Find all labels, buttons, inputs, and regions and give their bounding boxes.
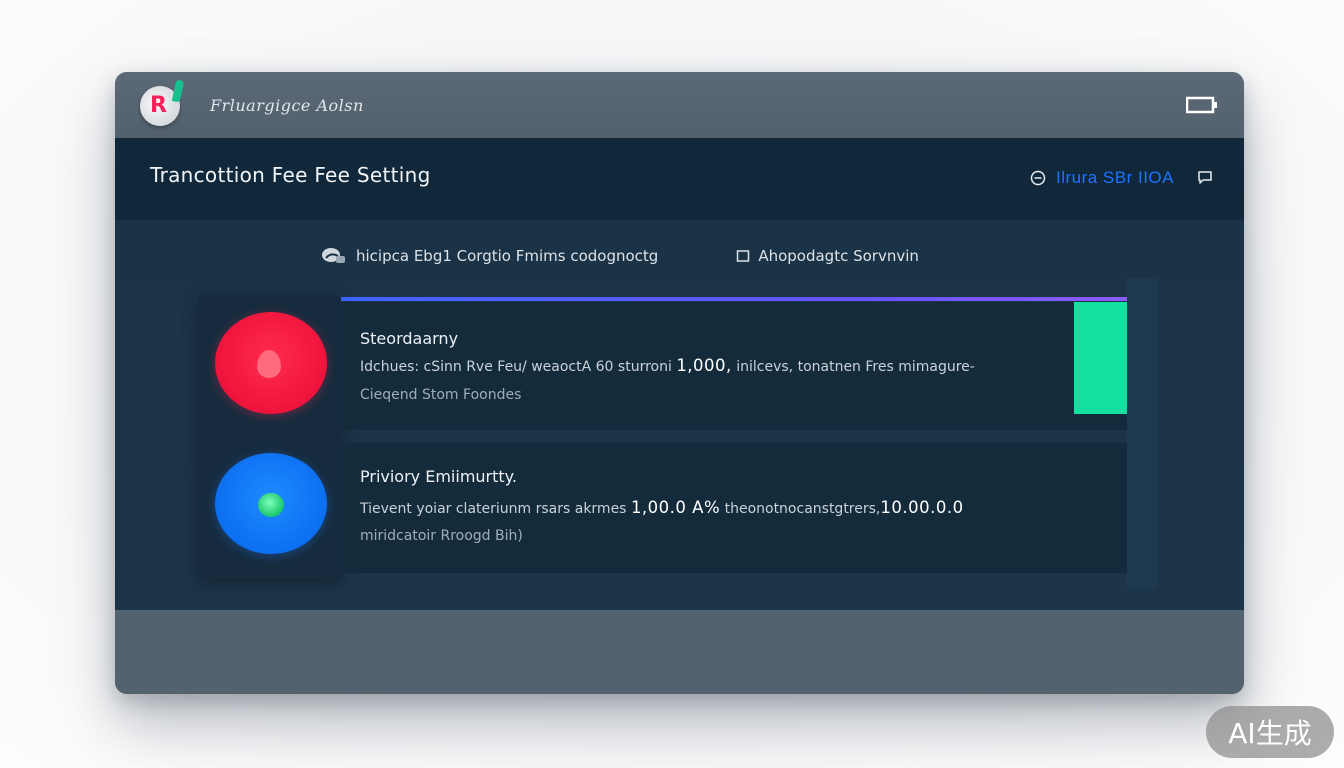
filter-right-label: Ahopodagtc Sorvnvin (758, 247, 919, 265)
accent-line (341, 297, 1127, 301)
tier-title: Priviory Emiimurtty. (360, 467, 517, 486)
chat-icon[interactable] (1196, 168, 1214, 186)
tier-list: Steordaarny Idchues: cSinn Rve Feu/ weao… (198, 278, 1158, 590)
blue-orb-icon (215, 453, 327, 554)
filter-right[interactable]: Ahopodagtc Sorvnvin (736, 247, 919, 265)
tier-description: Idchues: cSinn Rve Feu/ weaoctA 60 sturr… (360, 356, 975, 375)
circle-minus-icon (1030, 170, 1046, 186)
tier-card-standard[interactable]: Steordaarny Idchues: cSinn Rve Feu/ weao… (341, 302, 1127, 430)
title-bar: R Frluargigce Aolsn (115, 72, 1244, 138)
filter-left[interactable]: hicipca Ebg1 Corgtio Fmims codognoctg (320, 246, 658, 266)
filter-row: hicipca Ebg1 Corgtio Fmims codognoctg Ah… (320, 246, 919, 266)
header-status[interactable]: Ilrura SBr IIOA (1030, 168, 1174, 188)
footer-area (115, 610, 1244, 694)
side-panel (1126, 278, 1158, 590)
tier-description: Tievent yoiar clateriunm rsars akrmes 1,… (360, 498, 964, 517)
selected-indicator (1074, 302, 1127, 414)
app-name: Frluargigce Aolsn (210, 96, 364, 115)
square-icon (737, 250, 750, 262)
tier-title: Steordaarny (360, 329, 459, 348)
app-window: R Frluargigce Aolsn Trancottion Fee Fee … (115, 72, 1244, 694)
battery-icon[interactable] (1186, 96, 1218, 114)
page-header: Trancottion Fee Fee Setting Ilrura SBr I… (115, 138, 1244, 220)
tier-subtext: miridcatoir Rroogd Bih) (360, 528, 523, 544)
tier-card-priority[interactable]: Priviory Emiimurtty. Tievent yoiar clate… (341, 443, 1127, 573)
tier-subtext: Cieqend Stom Foondes (360, 387, 522, 403)
filter-left-label: hicipca Ebg1 Corgtio Fmims codognoctg (356, 247, 659, 265)
ai-generated-badge: AI生成 (1206, 706, 1334, 758)
status-text: Ilrura SBr IIOA (1055, 168, 1174, 187)
page-title: Trancottion Fee Fee Setting (150, 163, 431, 187)
badge-icon (322, 248, 345, 263)
content-area: hicipca Ebg1 Corgtio Fmims codognoctg Ah… (115, 220, 1244, 610)
red-drop-icon (215, 312, 327, 414)
app-logo-icon[interactable]: R (140, 79, 185, 126)
